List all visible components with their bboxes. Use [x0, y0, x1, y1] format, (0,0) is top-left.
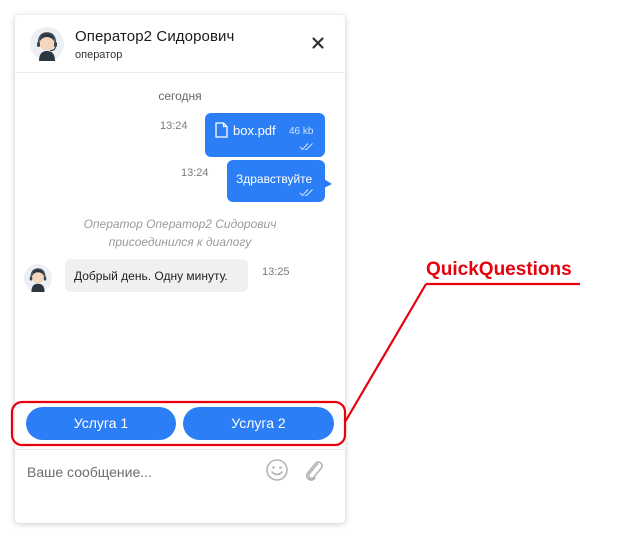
- incoming-message-bubble: Добрый день. Одну минуту.: [65, 259, 248, 292]
- file-icon: [215, 122, 228, 138]
- quick-question-button-1[interactable]: Услуга 1: [26, 407, 176, 440]
- composer-divider: [15, 449, 345, 450]
- chat-widget: Оператор2 Сидорович оператор сегодня 13:…: [15, 15, 345, 523]
- bubble-tail: [324, 179, 332, 188]
- file-name: box.pdf: [233, 123, 276, 138]
- system-message-line: Оператор Оператор2 Сидорович: [83, 217, 277, 231]
- quickquestions-label: QuickQuestions: [426, 259, 572, 280]
- operator-avatar-icon: [24, 264, 52, 292]
- system-message: Оператор Оператор2 Сидорович присоединил…: [15, 215, 345, 251]
- file-message-bubble[interactable]: box.pdf 46 kb: [205, 113, 325, 157]
- smiley-icon[interactable]: [265, 458, 289, 482]
- outgoing-message-bubble: Здравствуйте: [227, 160, 325, 202]
- header-divider: [15, 72, 345, 73]
- file-message-time: 13:24: [160, 120, 188, 132]
- outgoing-message-text: Здравствуйте: [236, 172, 313, 186]
- double-check-icon: [299, 143, 313, 151]
- chat-header: Оператор2 Сидорович оператор: [15, 15, 345, 73]
- incoming-message-text: Добрый день. Одну минуту.: [74, 269, 228, 283]
- paperclip-icon[interactable]: [302, 458, 324, 482]
- operator-avatar-icon: [30, 27, 64, 61]
- text-message-time: 13:24: [181, 167, 209, 179]
- message-input[interactable]: [25, 459, 259, 485]
- close-icon[interactable]: [309, 34, 327, 52]
- file-size: 46 kb: [289, 126, 314, 137]
- date-separator: сегодня: [158, 89, 202, 103]
- double-check-icon: [299, 189, 313, 197]
- operator-name: Оператор2 Сидорович: [75, 28, 235, 45]
- system-message-line: присоединился к диалогу: [108, 235, 252, 249]
- operator-role: оператор: [75, 49, 123, 61]
- incoming-message-time: 13:25: [262, 266, 290, 278]
- quick-question-button-2[interactable]: Услуга 2: [183, 407, 334, 440]
